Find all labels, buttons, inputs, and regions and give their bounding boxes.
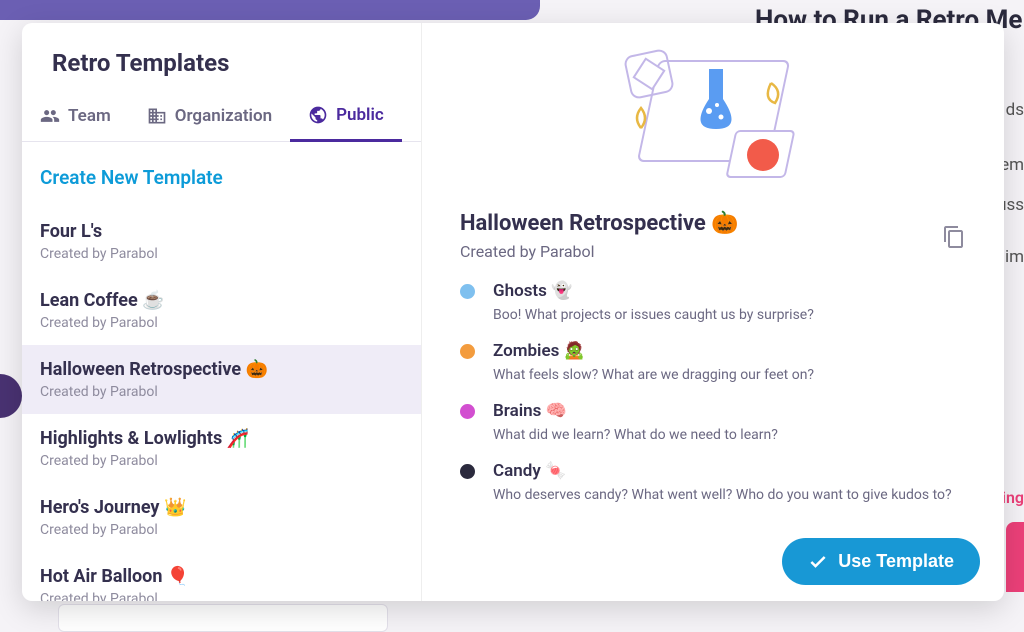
scope-tabs: Team Organization Public <box>22 95 421 142</box>
prompt-candy: Candy 🍬 Who deserves candy? What went we… <box>460 461 966 503</box>
template-item-halloween[interactable]: Halloween Retrospective 🎃 Created by Par… <box>22 345 421 414</box>
prompt-desc: What feels slow? What are we dragging ou… <box>493 367 966 383</box>
template-author: Created by Parabol <box>40 453 403 469</box>
detail-author: Created by Parabol <box>460 242 966 261</box>
team-icon <box>40 106 60 126</box>
tab-team[interactable]: Team <box>22 95 129 141</box>
tab-public-label: Public <box>336 105 384 125</box>
prompt-desc: What did we learn? What do we need to le… <box>493 427 966 443</box>
template-item-four-ls[interactable]: Four L's Created by Parabol <box>22 207 421 276</box>
template-author: Created by Parabol <box>40 591 403 601</box>
template-name: Lean Coffee ☕ <box>40 290 403 311</box>
use-template-label: Use Template <box>838 551 954 572</box>
bg-purple-bar <box>0 0 540 20</box>
tab-organization-label: Organization <box>175 106 272 126</box>
template-author: Created by Parabol <box>40 315 403 331</box>
template-item-heros-journey[interactable]: Hero's Journey 👑 Created by Parabol <box>22 483 421 552</box>
template-picker-modal: Retro Templates Team Organization Public… <box>22 23 1004 601</box>
template-item-hot-air-balloon[interactable]: Hot Air Balloon 🎈 Created by Parabol <box>22 552 421 601</box>
template-name: Halloween Retrospective 🎃 <box>40 359 403 380</box>
bg-card-outline <box>58 604 388 632</box>
template-detail-pane: Halloween Retrospective 🎃 Created by Par… <box>422 23 1004 601</box>
prompt-name: Ghosts 👻 <box>493 281 966 301</box>
prompt-color-dot <box>460 464 475 479</box>
prompt-name: Brains 🧠 <box>493 401 966 421</box>
modal-title: Retro Templates <box>22 23 421 95</box>
template-list-pane: Retro Templates Team Organization Public… <box>22 23 422 601</box>
prompt-name: Zombies 🧟 <box>493 341 966 361</box>
prompt-desc: Who deserves candy? What went well? Who … <box>493 487 966 503</box>
prompt-color-dot <box>460 284 475 299</box>
template-author: Created by Parabol <box>40 522 403 538</box>
template-author: Created by Parabol <box>40 246 403 262</box>
prompt-brains: Brains 🧠 What did we learn? What do we n… <box>460 401 966 443</box>
template-name: Hot Air Balloon 🎈 <box>40 566 403 587</box>
template-name: Hero's Journey 👑 <box>40 497 403 518</box>
check-icon <box>808 552 828 572</box>
prompt-desc: Boo! What projects or issues caught us b… <box>493 307 966 323</box>
side-drawer-handle[interactable] <box>0 374 22 418</box>
create-new-template-link[interactable]: Create New Template <box>22 142 421 207</box>
prompt-name: Candy 🍬 <box>493 461 966 481</box>
bg-side-text-4: im <box>1005 247 1024 267</box>
detail-title: Halloween Retrospective 🎃 <box>460 211 966 236</box>
template-item-highlights-lowlights[interactable]: Highlights & Lowlights 🎢 Created by Para… <box>22 414 421 483</box>
copy-icon <box>942 225 966 249</box>
template-name: Four L's <box>40 221 403 242</box>
bg-side-text-1: ds <box>1006 100 1024 120</box>
prompt-zombies: Zombies 🧟 What feels slow? What are we d… <box>460 341 966 383</box>
template-author: Created by Parabol <box>40 384 403 400</box>
use-template-button[interactable]: Use Template <box>782 538 980 585</box>
tab-public[interactable]: Public <box>290 95 402 142</box>
prompt-ghosts: Ghosts 👻 Boo! What projects or issues ca… <box>460 281 966 323</box>
template-item-lean-coffee[interactable]: Lean Coffee ☕ Created by Parabol <box>22 276 421 345</box>
prompt-color-dot <box>460 344 475 359</box>
template-name: Highlights & Lowlights 🎢 <box>40 428 403 449</box>
template-illustration <box>613 43 813 185</box>
tab-team-label: Team <box>68 106 111 126</box>
copy-template-button[interactable] <box>942 225 966 249</box>
prompt-list: Ghosts 👻 Boo! What projects or issues ca… <box>460 281 966 503</box>
bg-pink-button-sliver[interactable] <box>1006 522 1024 592</box>
public-icon <box>308 105 328 125</box>
tab-organization[interactable]: Organization <box>129 95 290 141</box>
template-list: Four L's Created by Parabol Lean Coffee … <box>22 207 421 601</box>
prompt-color-dot <box>460 404 475 419</box>
organization-icon <box>147 106 167 126</box>
